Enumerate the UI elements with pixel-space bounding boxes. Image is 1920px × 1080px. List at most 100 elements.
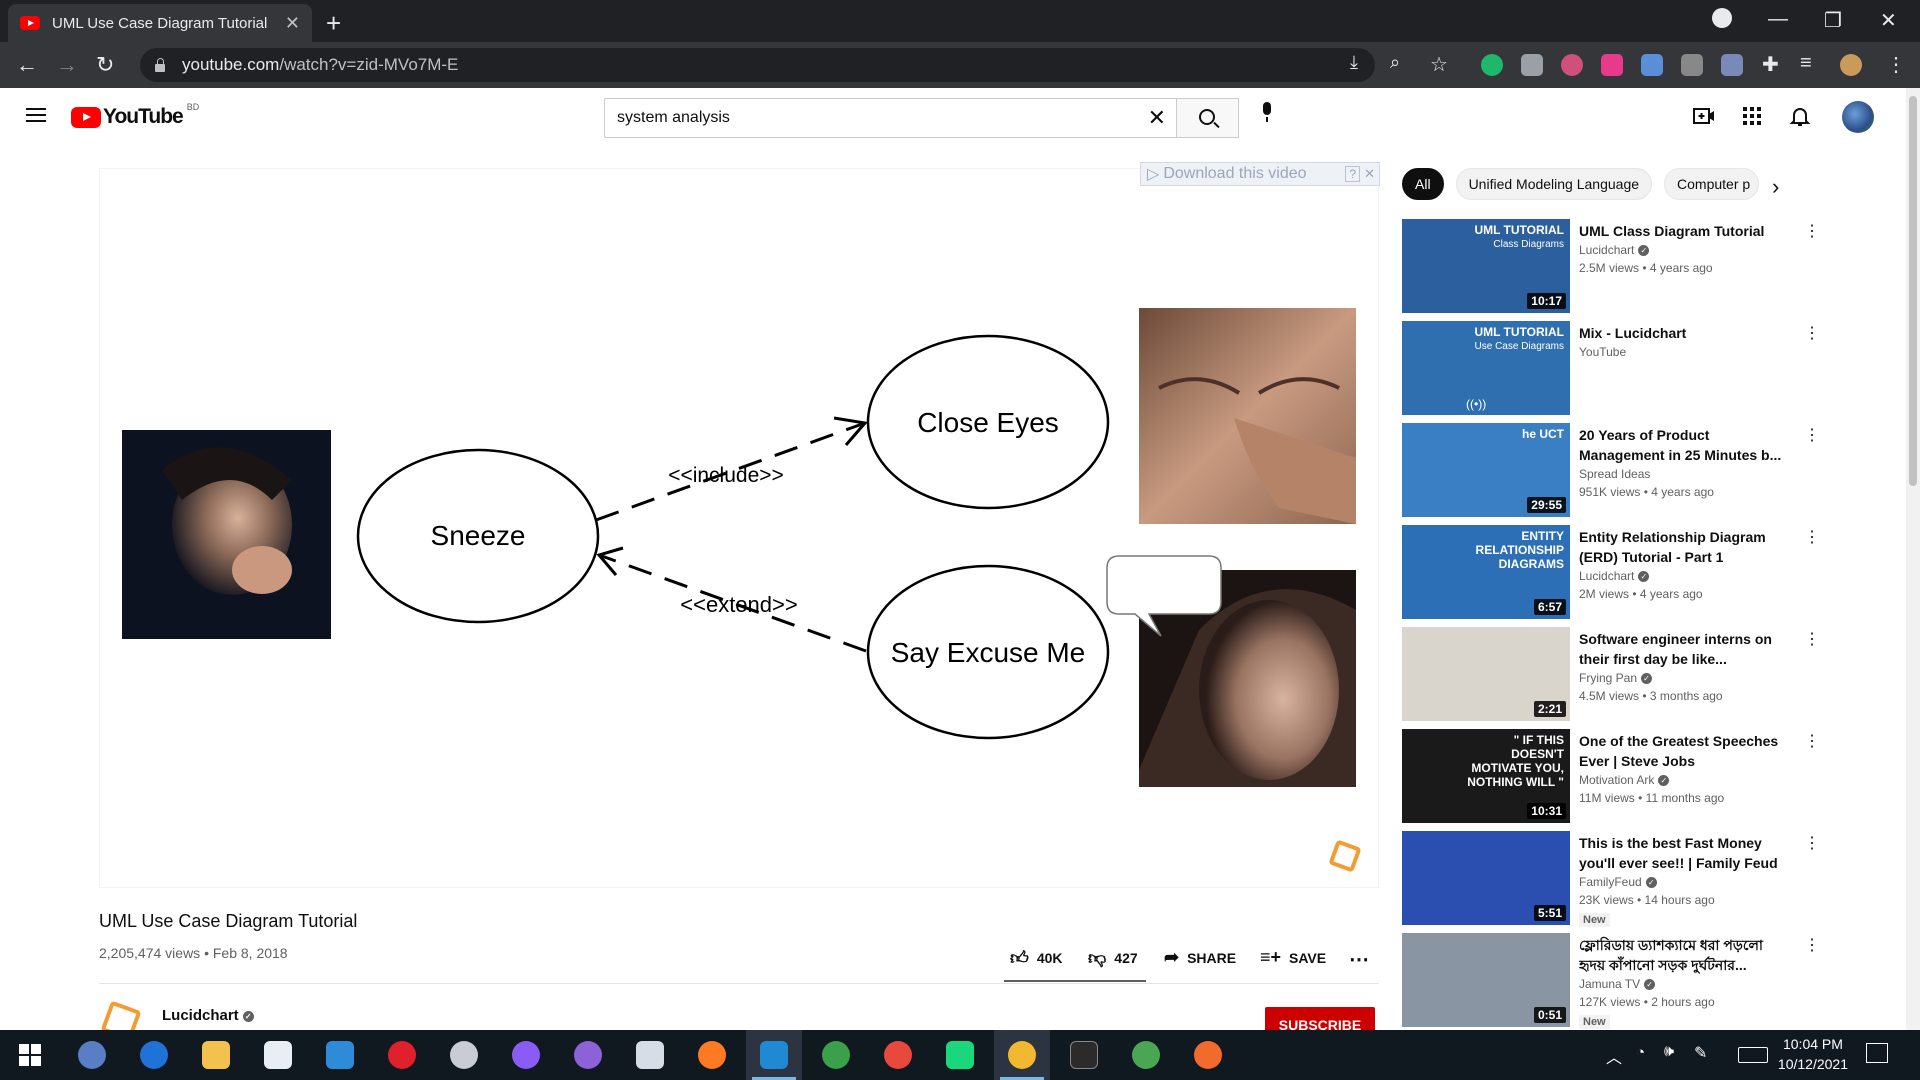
close-tab-icon[interactable]: ✕ [285,13,300,34]
extension-icon-2[interactable] [1681,54,1703,76]
back-arrow-icon[interactable]: ← [16,52,38,78]
taskbar-app-qb[interactable] [64,1030,120,1080]
recommendation-channel[interactable]: Jamuna TV ✓ [1579,977,1656,991]
chip-all[interactable]: All [1402,168,1444,200]
recommendation-channel[interactable]: Spread Ideas [1579,467,1650,481]
close-window-icon[interactable]: ✕ [1880,8,1897,33]
chevron-right-icon[interactable]: › [1772,174,1779,200]
extensions-puzzle-icon[interactable]: ✚ [1762,52,1779,77]
scrollbar-thumb[interactable] [1909,96,1917,486]
profile-tab-search-icon[interactable] [1712,8,1732,28]
recommendation-title[interactable]: This is the best Fast Money you'll ever … [1579,833,1789,873]
recommendation-menu-icon[interactable]: ⋮ [1804,425,1820,445]
download-video-bar[interactable]: ▷ Download this video ? ✕ [1140,162,1380,186]
recommendation-channel[interactable]: YouTube [1579,345,1626,359]
save-button[interactable]: ≡+ SAVE [1260,947,1326,968]
create-video-icon[interactable] [1692,104,1716,128]
account-avatar[interactable] [1842,101,1874,133]
recommendation-item[interactable]: ENTITY RELATIONSHIP DIAGRAMS 6:57 Entity R… [1402,525,1822,619]
recommendation-title[interactable]: Entity Relationship Diagram (ERD) Tutori… [1579,527,1789,567]
download-extension-icon[interactable] [1641,54,1663,76]
recommendation-item[interactable]: UML TUTORIAL Class Diagrams 10:17 UML Class… [1402,219,1822,313]
recommendation-menu-icon[interactable]: ⋮ [1804,935,1820,955]
extension-icon[interactable] [1561,54,1583,76]
new-tab-icon[interactable]: + [326,8,341,39]
recommendation-item[interactable]: " IF THIS DOESN'T MOTIVATE YOU, NOTHING … [1402,729,1822,823]
minimize-icon[interactable]: — [1768,8,1788,31]
like-button[interactable]: 👍︎ 40K [1010,947,1063,969]
youtube-logo[interactable]: YouTube BD [71,102,199,129]
recommendation-menu-icon[interactable]: ⋮ [1804,833,1820,853]
recommendation-item[interactable]: 5:51 This is the best Fast Money you'll e… [1402,831,1822,927]
recommendation-channel[interactable]: Lucidchart ✓ [1579,243,1650,257]
recommendation-channel[interactable]: Frying Pan ✓ [1579,671,1653,685]
page-scrollbar[interactable] [1906,88,1920,1030]
recommendation-item[interactable]: 0:51 ফ্লোরিডায় ড্যাশক্যামে ধরা পড়লো হৃদ… [1402,933,1822,1029]
grammarly-extension-icon[interactable] [1481,54,1503,76]
recommendation-title[interactable]: Mix - Lucidchart [1579,323,1789,343]
recommendation-title[interactable]: 20 Years of Product Management in 25 Min… [1579,425,1789,465]
recommendation-menu-icon[interactable]: ⋮ [1804,527,1820,547]
recommendation-channel[interactable]: Motivation Ark ✓ [1579,773,1670,787]
recommendation-channel[interactable]: Lucidchart ✓ [1579,569,1650,583]
zoom-icon[interactable]: ⌕ [1390,52,1400,73]
voice-search-mic-icon[interactable] [1260,102,1274,122]
flag-extension-icon[interactable] [1601,54,1623,76]
taskbar-app-chrome-active[interactable] [994,1030,1050,1080]
pen-extension-icon[interactable] [1721,54,1743,76]
taskbar-app-firefox[interactable] [684,1030,740,1080]
taskbar-app-paint[interactable] [622,1030,678,1080]
taskbar-app-chrome[interactable] [870,1030,926,1080]
recommendation-title[interactable]: One of the Greatest Speeches Ever | Stev… [1579,731,1789,771]
taskbar-app-explorer[interactable] [188,1030,244,1080]
bookmark-star-icon[interactable]: ☆ [1430,52,1448,77]
recommendation-thumbnail[interactable]: he UCT 29:55 [1402,423,1570,517]
forward-arrow-icon[interactable]: → [56,52,78,78]
recommendation-menu-icon[interactable]: ⋮ [1804,221,1820,241]
recommendation-thumbnail[interactable]: UML TUTORIAL Use Case Diagrams ((•)) [1402,321,1570,415]
clear-search-icon[interactable]: ✕ [1148,105,1166,131]
taskbar-app-github[interactable] [560,1030,616,1080]
taskbar-app-edge[interactable] [126,1030,182,1080]
media-control-icon[interactable]: ≡ [1800,52,1812,75]
recommendation-thumbnail[interactable]: 2:21 [1402,627,1570,721]
install-icon[interactable]: ⤓ [1350,52,1358,73]
apps-grid-icon[interactable] [1740,104,1764,128]
taskbar-app-tool[interactable] [436,1030,492,1080]
taskbar-app-globe[interactable] [808,1030,864,1080]
chrome-profile-avatar[interactable] [1840,54,1862,76]
download-close-icon[interactable]: ✕ [1364,166,1375,182]
download-help-icon[interactable]: ? [1345,166,1361,182]
recommendation-item[interactable]: UML TUTORIAL Use Case Diagrams ((•)) Mix - … [1402,321,1822,415]
tray-chevron-up-icon[interactable]: ︿ [1606,1044,1622,1068]
search-button[interactable] [1176,98,1239,138]
search-input[interactable]: system analysis ✕ [604,98,1177,138]
camera-extension-icon[interactable] [1521,54,1543,76]
taskbar-app-pycharm[interactable] [932,1030,988,1080]
taskbar-app-postman[interactable] [1180,1030,1236,1080]
recommendation-item[interactable]: he UCT 29:55 20 Years of Product Managemen… [1402,423,1822,517]
taskbar-app-store[interactable] [250,1030,306,1080]
taskbar-app-chrome-2[interactable] [1118,1030,1174,1080]
chip-uml[interactable]: Unified Modeling Language [1455,168,1653,200]
keyboard-icon[interactable] [1738,1047,1768,1063]
recommendation-title[interactable]: ফ্লোরিডায় ড্যাশক্যামে ধরা পড়লো হৃদয় ক… [1579,935,1789,975]
recommendation-thumbnail[interactable]: 5:51 [1402,831,1570,925]
chrome-menu-icon[interactable]: ⋮ [1886,52,1906,77]
recommendation-item[interactable]: 2:21 Software engineer interns on their f… [1402,627,1822,721]
recommendation-thumbnail[interactable]: 0:51 [1402,933,1570,1027]
volume-icon[interactable]: 🕪︎ [1664,1043,1674,1061]
restore-icon[interactable]: ❐ [1824,8,1842,33]
pen-tray-icon[interactable]: ✎ [1694,1043,1707,1063]
dislike-button[interactable]: 👎︎ 427 [1088,947,1138,969]
reload-icon[interactable]: ↻ [96,52,114,78]
notifications-center-icon[interactable] [1866,1043,1888,1063]
recommendation-thumbnail[interactable]: ENTITY RELATIONSHIP DIAGRAMS 6:57 [1402,525,1570,619]
taskbar-app-vscode[interactable] [746,1030,802,1080]
taskbar-app-terminal[interactable] [1056,1030,1112,1080]
recommendation-title[interactable]: UML Class Diagram Tutorial [1579,221,1789,241]
channel-name[interactable]: Lucidchart ✓ [162,1007,254,1024]
recommendation-thumbnail[interactable]: UML TUTORIAL Class Diagrams 10:17 [1402,219,1570,313]
start-button[interactable] [2,1030,58,1080]
taskbar-app-messenger[interactable] [498,1030,554,1080]
